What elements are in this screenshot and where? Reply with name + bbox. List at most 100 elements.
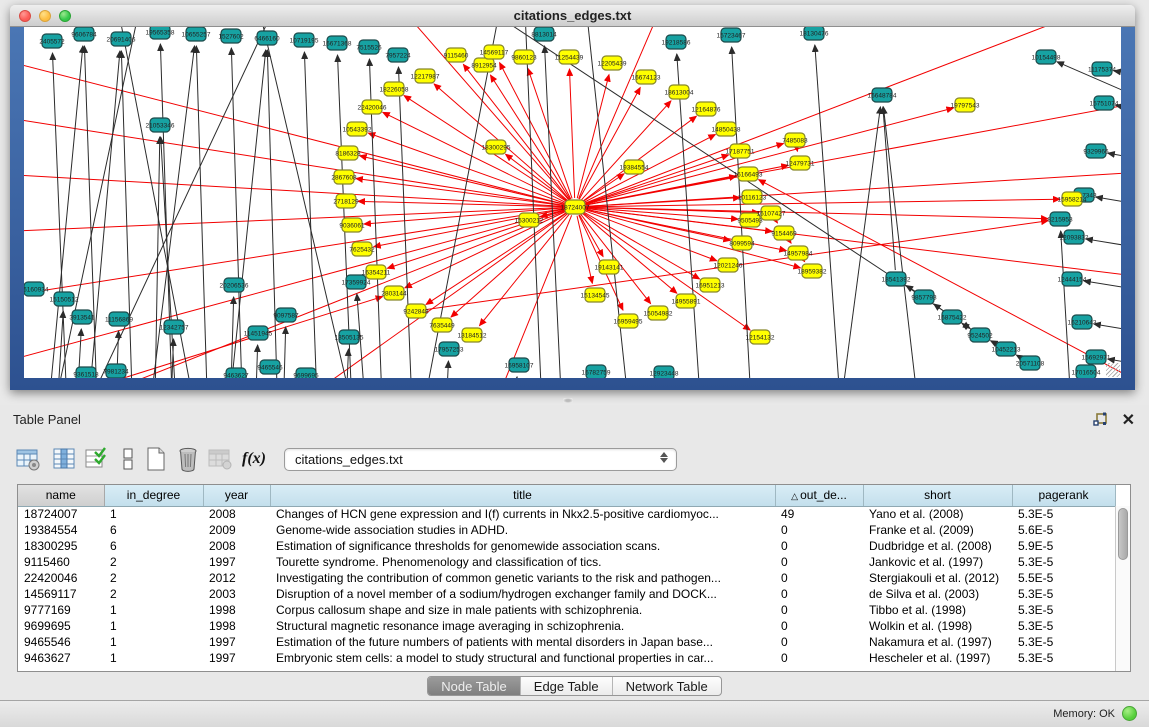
select-all-rows-icon[interactable] xyxy=(82,445,110,473)
cell-short[interactable]: Hescheler et al. (1997) xyxy=(863,650,1012,666)
graph-node[interactable]: 17187751 xyxy=(726,144,755,158)
network-window-titlebar[interactable]: citations_edges.txt xyxy=(10,5,1135,27)
table-row[interactable]: 969969511998Structural magnetic resonanc… xyxy=(18,618,1115,634)
cell-name[interactable]: 9699695 xyxy=(18,618,104,634)
graph-node[interactable]: 7635449 xyxy=(429,318,455,332)
cell-year[interactable]: 2012 xyxy=(203,570,270,586)
graph-node[interactable]: 9699695 xyxy=(293,368,319,378)
cell-name[interactable]: 19384554 xyxy=(18,522,104,538)
graph-node[interactable]: 12154132 xyxy=(746,330,775,344)
graph-node[interactable]: 8813014 xyxy=(531,27,557,41)
graph-node[interactable]: 15150512 xyxy=(50,292,79,306)
graph-node[interactable]: 22420046 xyxy=(358,100,387,114)
cell-in_degree[interactable]: 1 xyxy=(104,506,203,522)
graph-node[interactable]: 16107427 xyxy=(757,206,786,220)
graph-node[interactable]: 16671368 xyxy=(323,36,352,50)
table-row[interactable]: 911546021997Tourette syndrome. Phenomeno… xyxy=(18,554,1115,570)
graph-node[interactable]: 8099594 xyxy=(729,236,755,250)
graph-node[interactable]: 13184512 xyxy=(458,328,487,342)
cell-name[interactable]: 9463627 xyxy=(18,650,104,666)
graph-node[interactable]: 14957984 xyxy=(784,246,813,260)
function-builder-icon[interactable]: f(x) xyxy=(240,445,268,473)
cell-title[interactable]: Investigating the contribution of common… xyxy=(270,570,775,586)
graph-node[interactable]: 20206536 xyxy=(220,278,249,292)
graph-edge[interactable] xyxy=(54,311,63,378)
cell-out_de[interactable]: 0 xyxy=(775,586,863,602)
graph-node[interactable]: 10116123 xyxy=(738,190,767,204)
cell-pagerank[interactable]: 5.3E-5 xyxy=(1012,506,1115,522)
cell-short[interactable]: Tibbo et al. (1998) xyxy=(863,602,1012,618)
column-header-year[interactable]: year xyxy=(203,485,270,506)
graph-node[interactable]: 9606784 xyxy=(71,27,97,41)
graph-node[interactable]: 2867608 xyxy=(331,170,357,184)
table-row[interactable]: 977716911998Corpus callosum shape and si… xyxy=(18,602,1115,618)
cell-out_de[interactable]: 0 xyxy=(775,554,863,570)
graph-node[interactable]: 16354211 xyxy=(362,265,391,279)
graph-node[interactable]: 9463627 xyxy=(223,368,249,378)
cell-out_de[interactable]: 0 xyxy=(775,570,863,586)
graph-edge[interactable] xyxy=(1116,105,1121,119)
column-header-title[interactable]: title xyxy=(270,485,775,506)
graph-node[interactable]: 11156869 xyxy=(105,312,133,326)
graph-node[interactable]: 12164876 xyxy=(692,102,721,116)
graph-node[interactable]: 16674123 xyxy=(632,70,661,84)
graph-node[interactable]: 8215953 xyxy=(1047,212,1073,226)
graph-edge[interactable] xyxy=(797,149,798,151)
graph-node[interactable]: 16958107 xyxy=(505,358,534,372)
graph-node[interactable]: 9524502 xyxy=(967,328,993,342)
graph-node[interactable]: 16959495 xyxy=(614,314,643,328)
cell-name[interactable]: 9115460 xyxy=(18,554,104,570)
cell-title[interactable]: Estimation of the future numbers of pati… xyxy=(270,634,775,650)
cell-pagerank[interactable]: 5.9E-5 xyxy=(1012,538,1115,554)
graph-node[interactable]: 10154498 xyxy=(1032,50,1061,64)
table-row[interactable]: 946554611997Estimation of the future num… xyxy=(18,634,1115,650)
table-row[interactable]: 1872400712008Changes of HCN gene express… xyxy=(18,506,1115,522)
graph-edge[interactable] xyxy=(584,199,1060,207)
graph-edge[interactable] xyxy=(84,46,99,378)
cell-pagerank[interactable]: 5.3E-5 xyxy=(1012,650,1115,666)
graph-edge[interactable] xyxy=(1096,197,1121,212)
graph-node[interactable]: 18959382 xyxy=(798,264,827,278)
graph-edge[interactable] xyxy=(584,108,954,205)
graph-edge[interactable] xyxy=(24,210,567,378)
graph-node[interactable]: 15134545 xyxy=(581,288,610,302)
table-row[interactable]: 1938455462009Genome-wide association stu… xyxy=(18,522,1115,538)
column-chooser-icon[interactable] xyxy=(114,445,142,473)
graph-node[interactable]: 12205439 xyxy=(598,56,627,70)
graph-edge[interactable] xyxy=(426,212,567,305)
graph-node[interactable]: 15692971 xyxy=(1082,350,1111,364)
cell-year[interactable]: 1997 xyxy=(203,634,270,650)
graph-edge[interactable] xyxy=(24,297,383,378)
graph-node[interactable]: 1527602 xyxy=(218,29,244,43)
graph-node[interactable]: 14955891 xyxy=(672,294,701,308)
graph-node[interactable]: 12444154 xyxy=(1058,272,1087,286)
cell-pagerank[interactable]: 5.3E-5 xyxy=(1012,554,1115,570)
column-header-name[interactable]: name xyxy=(18,485,104,506)
network-canvas[interactable]: 1872400724055729606784206914061956535810… xyxy=(24,27,1121,378)
cell-title[interactable]: Embryonic stem cells: a model to study s… xyxy=(270,650,775,666)
cell-out_de[interactable]: 0 xyxy=(775,522,863,538)
toggle-column-icon[interactable] xyxy=(50,445,78,473)
graph-edge[interactable] xyxy=(24,209,566,378)
graph-node[interactable]: 17957253 xyxy=(435,342,464,356)
graph-edge[interactable] xyxy=(583,210,716,261)
cell-name[interactable]: 18724007 xyxy=(18,506,104,522)
cell-short[interactable]: Yano et al. (2008) xyxy=(863,506,1012,522)
delete-table-icon[interactable] xyxy=(174,445,202,473)
graph-node[interactable]: 10543392 xyxy=(343,122,372,136)
resize-grip-icon[interactable] xyxy=(1106,363,1120,377)
graph-node[interactable]: 10719195 xyxy=(290,33,319,47)
graph-node[interactable]: 15300212 xyxy=(515,213,544,227)
graph-edge[interactable] xyxy=(1108,153,1121,167)
cell-name[interactable]: 18300295 xyxy=(18,538,104,554)
graph-node[interactable]: 8186328 xyxy=(335,146,361,160)
cell-title[interactable]: Structural magnetic resonance image aver… xyxy=(270,618,775,634)
cell-in_degree[interactable]: 2 xyxy=(104,586,203,602)
graph-node[interactable]: 16166493 xyxy=(734,167,763,181)
cell-name[interactable]: 22420046 xyxy=(18,570,104,586)
splitter-handle[interactable] xyxy=(563,398,573,403)
cell-name[interactable]: 14569117 xyxy=(18,586,104,602)
cell-year[interactable]: 1997 xyxy=(203,650,270,666)
graph-node[interactable]: 20571108 xyxy=(1016,356,1045,370)
graph-edge[interactable] xyxy=(584,87,1121,205)
